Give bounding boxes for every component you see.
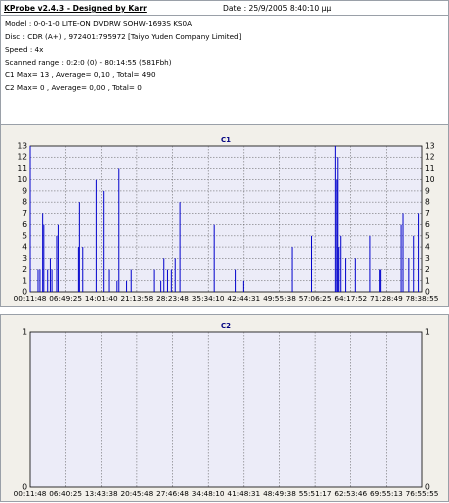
x-tick-label: 21:13:58 bbox=[121, 294, 154, 303]
y-tick-label-right: 4 bbox=[425, 243, 430, 252]
x-tick-label: 48:49:38 bbox=[263, 489, 296, 498]
y-tick-label-left: 12 bbox=[17, 153, 27, 162]
app-title: KProbe v2.4.3 - Designed by Karr bbox=[4, 4, 147, 13]
y-tick-label-right: 12 bbox=[425, 153, 435, 162]
x-tick-label: 13:43:38 bbox=[85, 489, 118, 498]
chart-title: C1 bbox=[221, 136, 231, 144]
x-tick-label: 00:11:48 bbox=[14, 294, 47, 303]
c2-stats: C2 Max= 0 , Average= 0,00 , Total= 0 bbox=[5, 83, 142, 92]
x-tick-label: 14:01:40 bbox=[85, 294, 118, 303]
x-tick-label: 55:51:17 bbox=[299, 489, 332, 498]
y-tick-label-left: 7 bbox=[22, 209, 27, 218]
y-tick-label-right: 11 bbox=[425, 164, 435, 173]
x-tick-label: 28:23:48 bbox=[156, 294, 189, 303]
x-tick-label: 49:55:38 bbox=[263, 294, 296, 303]
y-tick-label-left: 1 bbox=[22, 276, 27, 285]
plot-area bbox=[29, 145, 423, 293]
y-tick-label-right: 3 bbox=[425, 254, 430, 263]
y-tick-label-right: 13 bbox=[425, 142, 435, 151]
drive-model: Model : 0-0-1-0 LITE-ON DVDRW SOHW-1693S… bbox=[5, 19, 192, 28]
y-tick-label-left: 8 bbox=[22, 198, 27, 207]
c1-chart-panel: C1 0 0 1 1 2 2 3 3 4 4 5 5 6 6 7 7 8 8 9 9 10 10 11 11 12 12 13 13 00… bbox=[0, 124, 449, 307]
scan-date: Date : 25/9/2005 8:40:10 μμ bbox=[223, 4, 332, 13]
c2-chart: C20 01 100:11:48 06:40:25 13:43:38 20:45:48 27… bbox=[14, 322, 439, 498]
x-tick-label: 57:06:25 bbox=[299, 294, 332, 303]
x-tick-label: 00:11:48 bbox=[14, 489, 47, 498]
c1-chart: C10 01 12 23 34 45 56 67 78 89 910 1011 1112 1213 1300… bbox=[14, 136, 439, 303]
x-tick-label: 06:49:25 bbox=[49, 294, 82, 303]
title-divider bbox=[1, 15, 448, 16]
y-tick-label-left: 10 bbox=[17, 175, 27, 184]
y-tick-label-right: 1 bbox=[425, 328, 430, 337]
y-tick-label-right: 1 bbox=[425, 276, 430, 285]
scanned-range: Scanned range : 0:2:0 (0) - 80:14:55 (58… bbox=[5, 58, 172, 67]
x-tick-label: 69:55:13 bbox=[370, 489, 403, 498]
scan-speed: Speed : 4x bbox=[5, 45, 44, 54]
x-tick-label: 27:46:48 bbox=[156, 489, 189, 498]
x-tick-label: 41:48:31 bbox=[227, 489, 260, 498]
y-tick-label-right: 2 bbox=[425, 265, 430, 274]
x-tick-label: 34:48:10 bbox=[192, 489, 225, 498]
plot-area bbox=[29, 331, 423, 488]
info-header: KProbe v2.4.3 - Designed by Karr Date : … bbox=[0, 0, 449, 125]
y-tick-label-left: 6 bbox=[22, 220, 27, 229]
x-tick-label: 78:38:55 bbox=[406, 294, 439, 303]
y-tick-label-right: 9 bbox=[425, 186, 430, 195]
c2-chart-panel: C2 0 0 1 1 00:11:48 06:40:25 13:43:38 20:45:48 27… bbox=[0, 314, 449, 502]
x-tick-label: 42:44:31 bbox=[227, 294, 260, 303]
y-tick-label-left: 1 bbox=[22, 328, 27, 337]
disc-info: Disc : CDR (A+) , 972401:795972 [Taiyo Y… bbox=[5, 32, 242, 41]
x-tick-label: 62:53:46 bbox=[334, 489, 367, 498]
y-tick-label-right: 6 bbox=[425, 220, 430, 229]
y-tick-label-right: 10 bbox=[425, 175, 435, 184]
y-tick-label-left: 4 bbox=[22, 243, 27, 252]
x-tick-label: 20:45:48 bbox=[121, 489, 154, 498]
chart-title: C2 bbox=[221, 322, 231, 330]
y-tick-label-left: 3 bbox=[22, 254, 27, 263]
x-tick-label: 64:17:52 bbox=[334, 294, 367, 303]
x-tick-label: 06:40:25 bbox=[49, 489, 82, 498]
x-tick-label: 76:55:55 bbox=[406, 489, 439, 498]
y-tick-label-left: 2 bbox=[22, 265, 27, 274]
y-tick-label-left: 5 bbox=[22, 231, 27, 240]
y-tick-label-left: 9 bbox=[22, 186, 27, 195]
y-tick-label-left: 11 bbox=[17, 164, 27, 173]
y-tick-label-right: 7 bbox=[425, 209, 430, 218]
y-tick-label-right: 5 bbox=[425, 231, 430, 240]
x-tick-label: 35:34:10 bbox=[192, 294, 225, 303]
y-tick-label-left: 13 bbox=[17, 142, 27, 151]
x-tick-label: 71:28:49 bbox=[370, 294, 403, 303]
y-tick-label-right: 8 bbox=[425, 198, 430, 207]
c1-stats: C1 Max= 13 , Average= 0,10 , Total= 490 bbox=[5, 70, 156, 79]
